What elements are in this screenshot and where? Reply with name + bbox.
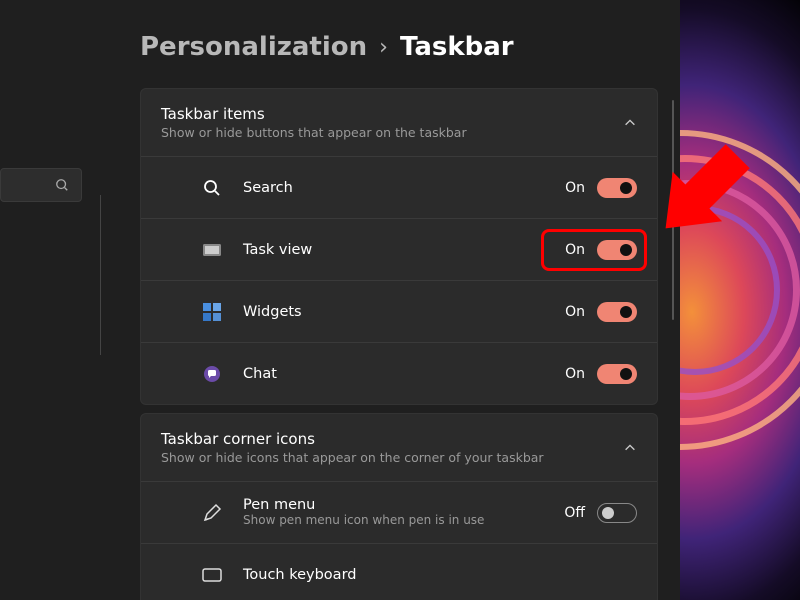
row-widgets: Widgets On [141, 280, 657, 342]
desktop-wallpaper [680, 0, 800, 600]
section-title: Taskbar items [161, 105, 623, 123]
search-icon [55, 178, 69, 192]
settings-sidebar: .com [0, 0, 110, 600]
row-search: Search On [141, 156, 657, 218]
toggle-state-label: Off [564, 505, 585, 521]
keyboard-icon [201, 565, 223, 585]
settings-main-panel: Personalization › Taskbar Taskbar items … [110, 0, 680, 600]
toggle-chat[interactable] [597, 364, 637, 384]
sidebar-divider [100, 195, 101, 355]
row-chat: Chat On [141, 342, 657, 404]
toggle-state-label: On [565, 242, 585, 258]
row-label: Pen menu [243, 497, 564, 513]
search-icon [201, 178, 223, 198]
toggle-state-label: On [565, 366, 585, 382]
toggle-task-view[interactable] [597, 240, 637, 260]
row-label: Search [243, 180, 565, 196]
task-view-icon [201, 240, 223, 260]
scrollbar[interactable] [672, 100, 674, 320]
section-title: Taskbar corner icons [161, 430, 623, 448]
widgets-icon [201, 302, 223, 322]
section-corner-icons: Taskbar corner icons Show or hide icons … [140, 413, 658, 600]
row-label: Widgets [243, 304, 565, 320]
row-touch-keyboard: Touch keyboard [141, 543, 657, 600]
toggle-state-label: On [565, 304, 585, 320]
row-sublabel: Show pen menu icon when pen is in use [243, 513, 564, 529]
toggle-search[interactable] [597, 178, 637, 198]
row-pen-menu: Pen menu Show pen menu icon when pen is … [141, 481, 657, 543]
section-header-taskbar-items[interactable]: Taskbar items Show or hide buttons that … [141, 89, 657, 156]
toggle-pen-menu[interactable] [597, 503, 637, 523]
sidebar-search-input[interactable] [0, 168, 82, 202]
breadcrumb-current: Taskbar [400, 32, 514, 62]
toggle-state-label: On [565, 180, 585, 196]
chevron-up-icon [623, 116, 637, 130]
chat-icon [201, 364, 223, 384]
row-label: Touch keyboard [243, 567, 637, 583]
row-task-view: Task view On [141, 218, 657, 280]
row-label: Task view [243, 242, 565, 258]
row-label: Chat [243, 366, 565, 382]
chevron-right-icon: › [379, 35, 388, 60]
section-header-corner-icons[interactable]: Taskbar corner icons Show or hide icons … [141, 414, 657, 481]
pen-icon [201, 503, 223, 523]
breadcrumb-parent[interactable]: Personalization [140, 32, 367, 62]
section-desc: Show or hide buttons that appear on the … [161, 125, 623, 140]
breadcrumb: Personalization › Taskbar [140, 32, 658, 62]
chevron-up-icon [623, 441, 637, 455]
toggle-widgets[interactable] [597, 302, 637, 322]
section-desc: Show or hide icons that appear on the co… [161, 450, 623, 465]
section-taskbar-items: Taskbar items Show or hide buttons that … [140, 88, 658, 405]
